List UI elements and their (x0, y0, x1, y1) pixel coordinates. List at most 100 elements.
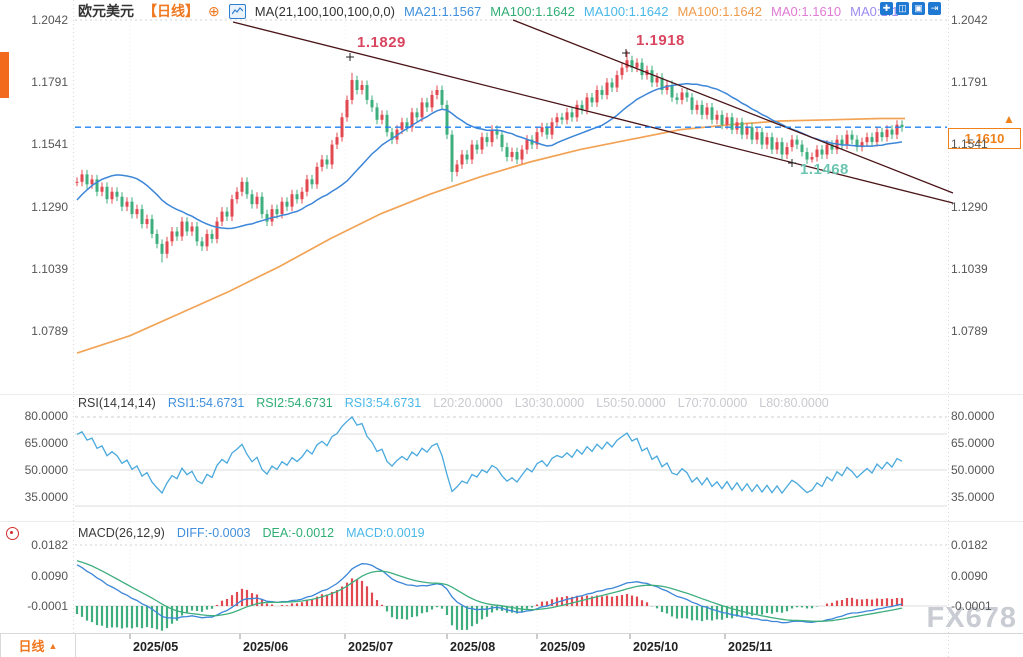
trendline (513, 20, 953, 193)
candle-body (466, 155, 469, 160)
candle-body (211, 234, 214, 239)
candle-body (811, 157, 814, 159)
price-axis-label-right: 1.1290 (951, 200, 988, 214)
rsi3-value: RSI3:54.6731 (345, 396, 421, 410)
candle-body (521, 150, 524, 160)
candle-body (506, 147, 509, 157)
candle-body (621, 68, 624, 75)
period-selector-arrow-icon: ▲ (49, 641, 58, 651)
candle-body (416, 112, 419, 117)
candle-body (781, 142, 784, 154)
candle-body (81, 174, 84, 181)
candle-body (471, 145, 474, 160)
candle-body (156, 234, 159, 244)
rsi-axis-label-left: 80.0000 (6, 409, 68, 423)
candle-body (421, 102, 424, 117)
candle-body (191, 227, 194, 232)
price-axis-label-left: 1.1791 (6, 75, 68, 89)
pan-icon[interactable]: ✚ (880, 2, 893, 15)
price-axis-label-right: 1.2042 (951, 13, 988, 27)
x-axis-date-label: 2025/10 (633, 640, 678, 654)
candle-body (686, 92, 689, 97)
candle-body (766, 137, 769, 144)
candle-body (101, 187, 104, 192)
candle-body (851, 135, 854, 140)
candle-body (576, 105, 579, 117)
candle-body (761, 132, 764, 144)
rsi-axis-label-left: 65.0000 (6, 436, 68, 450)
price-axis-label-left: 1.1541 (6, 137, 68, 151)
candle-body (241, 182, 244, 192)
zoom-axis-icon[interactable]: ◫ (896, 2, 909, 15)
price-up-arrow-icon: ▲ (1003, 112, 1015, 126)
rsi-header: RSI(14,14,14) RSI1:54.6731 RSI2:54.6731 … (78, 396, 829, 410)
candle-body (281, 202, 284, 214)
macd-diff-value: DIFF:-0.0003 (177, 526, 251, 540)
x-axis-date-label: 2025/11 (728, 640, 773, 654)
candle-body (561, 117, 564, 119)
candle-body (651, 70, 654, 82)
period-selector-button[interactable]: 日线 ▲ (0, 633, 76, 657)
candle-body (716, 115, 719, 120)
candle-body (721, 115, 724, 125)
candle-body (746, 127, 749, 134)
candle-body (441, 90, 444, 105)
rsi-axis-label-right: 65.0000 (951, 436, 994, 450)
candle-body (401, 122, 404, 129)
candle-body (121, 197, 124, 207)
candle-body (541, 127, 544, 132)
candle-body (256, 197, 259, 204)
price-axis-label-left: 1.1039 (6, 262, 68, 276)
price-axis-label-left: 1.0789 (6, 324, 68, 338)
candle-body (846, 135, 849, 145)
candle-body (676, 97, 679, 99)
candle-body (381, 115, 384, 120)
macd-axis-label-left: 0.0090 (6, 569, 68, 583)
candle-body (271, 209, 274, 221)
candle-body (501, 135, 504, 147)
candle-body (126, 202, 129, 207)
candle-body (871, 137, 874, 142)
candle-body (336, 137, 339, 144)
candle-body (186, 222, 189, 232)
candle-body (636, 63, 639, 68)
ma-indicator-icon[interactable] (229, 4, 246, 19)
scale-axis-icon[interactable]: ▣ (912, 2, 925, 15)
add-indicator-icon[interactable]: ⊕ (208, 4, 220, 18)
candle-body (891, 130, 894, 135)
candle-body (796, 140, 799, 145)
candle-body (641, 63, 644, 75)
candle-body (551, 122, 554, 134)
candle-body (76, 182, 79, 183)
price-annotation-high2: 1.1918 (636, 32, 685, 49)
candle-body (91, 179, 94, 184)
collapse-panel-icon[interactable]: ⇥ (928, 2, 941, 15)
chart-toolbar: ✚ ◫ ▣ ⇥ (880, 2, 941, 15)
rsi-l50: L50:50.0000 (596, 396, 666, 410)
candle-body (701, 105, 704, 115)
candle-body (316, 167, 319, 184)
candle-body (896, 125, 899, 135)
candle-body (346, 100, 349, 117)
rsi-axis-label-left: 50.0000 (6, 463, 68, 477)
candle-body (116, 192, 119, 197)
forex-chart-app: 欧元美元 【日线】 ⊕ MA(21,100,100,100,0,0) MA21:… (0, 0, 1023, 657)
candle-body (106, 187, 109, 199)
x-axis-date-label: 2025/08 (450, 640, 495, 654)
price-axis-label-right: 1.1541 (951, 137, 988, 151)
candle-body (356, 80, 359, 90)
chart-canvas[interactable] (0, 0, 1023, 657)
candle-body (371, 100, 374, 107)
candle-body (216, 222, 219, 239)
candle-body (881, 132, 884, 137)
legend-ma21: MA21:1.1567 (404, 4, 481, 19)
candle-body (481, 137, 484, 149)
candle-body (656, 78, 659, 83)
candle-body (571, 112, 574, 117)
legend-ma0-a: MA0:1.1610 (771, 4, 841, 19)
legend-ma100-a: MA100:1.1642 (490, 4, 575, 19)
rsi-axis-label-right: 35.0000 (951, 490, 994, 504)
candle-body (801, 145, 804, 152)
candle-body (231, 199, 234, 216)
candle-body (86, 174, 89, 184)
